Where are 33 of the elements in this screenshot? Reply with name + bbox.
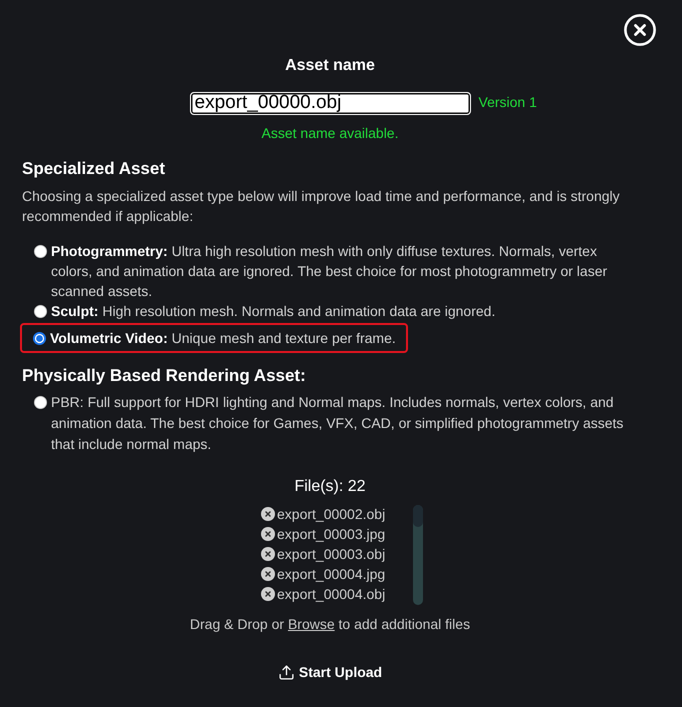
drop-hint: Drag & Drop or Browse to add additional files	[190, 615, 470, 633]
x-circle-icon[interactable]	[261, 527, 275, 541]
radio-button[interactable]	[34, 305, 47, 318]
x-circle-icon[interactable]	[261, 567, 275, 581]
option-label: PBR: Full support for HDRI lighting and Normal maps. Includes normals, vertex colors, and animation data. The best choice for Games, VFX, CAD, or simplified photogrammetry assets that include normal maps.	[51, 393, 624, 454]
option-label: Volumetric Video: Unique mesh and texture per frame.	[50, 329, 396, 348]
x-circle-icon[interactable]	[261, 587, 275, 601]
upload-icon	[278, 664, 295, 681]
file-name: export_00003.jpg	[277, 524, 386, 544]
scrollbar-thumb[interactable]	[413, 505, 423, 527]
file-name: export_00003.obj	[277, 544, 386, 564]
asset-name-label: Asset name	[285, 57, 375, 74]
file-name: export_00002.obj	[277, 504, 386, 524]
file-count: File(s): 22	[294, 478, 366, 495]
radio-button[interactable]	[33, 332, 46, 345]
section-heading: Specialized Asset	[22, 159, 165, 179]
radio-button[interactable]	[34, 396, 47, 409]
x-circle-icon[interactable]	[261, 547, 275, 561]
radio-button[interactable]	[34, 245, 47, 258]
file-name: export_00004.obj	[277, 584, 386, 604]
section-heading: Physically Based Rendering Asset:	[22, 366, 306, 386]
section-description: Choosing a specialized asset type below will improve load time and performance, and is strongly recommended if applicable:	[22, 187, 621, 226]
availability-status: Asset name available.	[262, 125, 398, 141]
browse-link[interactable]: Browse	[288, 616, 335, 632]
start-upload-button[interactable]: Start Upload	[274, 659, 386, 686]
asset-name-field[interactable]: export_00000.obj	[190, 92, 470, 114]
option-label: Photogrammetry: Ultra high resolution mesh with only diffuse textures. Normals, vertex colors, and animation data are ignored. The best choice for most photogrammetry or laser scanned assets.	[51, 242, 608, 301]
file-name: export_00004.jpg	[277, 564, 386, 584]
option-label: Sculpt: High resolution mesh. Normals and animation data are ignored.	[51, 302, 496, 321]
version-label: Version 1	[478, 94, 537, 110]
close-icon[interactable]	[624, 14, 656, 46]
scrollbar[interactable]	[413, 505, 423, 605]
x-circle-icon[interactable]	[261, 507, 275, 521]
